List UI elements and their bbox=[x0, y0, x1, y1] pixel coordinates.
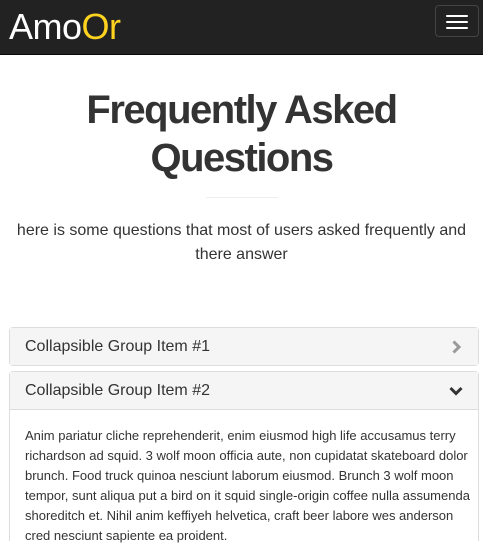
faq-subtitle: here is some questions that most of user… bbox=[16, 222, 467, 263]
accordion-item-1: Collapsible Group Item #1 bbox=[9, 327, 479, 366]
brand-logo-part-1: Amo bbox=[9, 6, 82, 47]
accordion-item-1-heading[interactable]: Collapsible Group Item #1 bbox=[10, 328, 478, 365]
brand-logo-part-2: Or bbox=[81, 6, 122, 47]
hamburger-menu-icon bbox=[446, 15, 468, 17]
accordion-item-2-body: Anim pariatur cliche reprehenderit, enim… bbox=[25, 428, 470, 543]
accordion-item-2: Collapsible Group Item #2 Anim pariatur … bbox=[9, 371, 479, 543]
hamburger-menu-icon-bar bbox=[446, 21, 468, 23]
accordion-item-1-title[interactable]: Collapsible Group Item #1 bbox=[25, 337, 210, 357]
chevron-down-icon bbox=[449, 386, 463, 396]
accordion-item-2-title[interactable]: Collapsible Group Item #2 bbox=[25, 381, 210, 401]
navbar-toggle-button[interactable] bbox=[435, 5, 479, 37]
accordion-item-2-heading[interactable]: Collapsible Group Item #2 bbox=[10, 372, 478, 410]
top-navbar: AmoOr bbox=[0, 0, 483, 55]
title-divider bbox=[206, 197, 278, 198]
chevron-right-icon bbox=[452, 340, 462, 354]
faq-title: Frequently Asked Questions bbox=[86, 88, 398, 180]
brand-logo[interactable]: AmoOr bbox=[9, 5, 121, 49]
hamburger-menu-icon-bar bbox=[446, 27, 468, 29]
